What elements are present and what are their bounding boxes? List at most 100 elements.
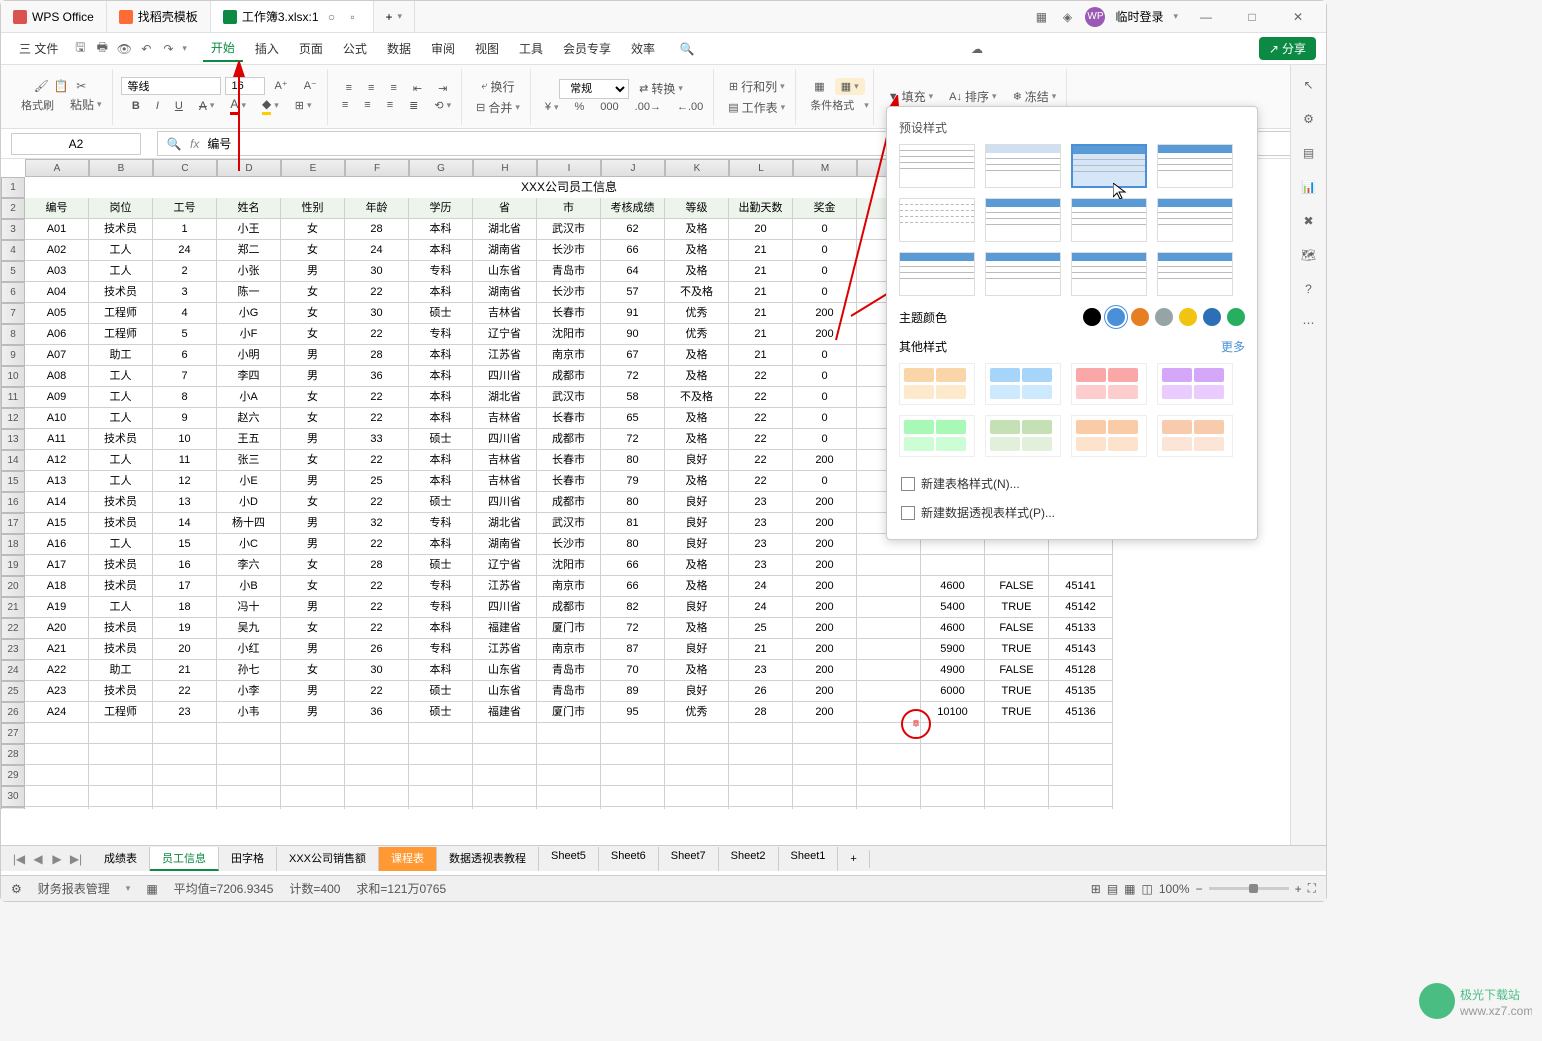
menu-insert[interactable]: 插入 <box>247 36 287 61</box>
zoom-label[interactable]: 100% <box>1159 882 1190 896</box>
cell[interactable]: 22 <box>153 681 217 702</box>
print-icon[interactable]: 🖶 <box>94 41 110 57</box>
cell[interactable]: 性别 <box>281 198 345 219</box>
cell[interactable]: 女 <box>281 324 345 345</box>
wrap-button[interactable]: ⤶ 换行 <box>475 76 520 97</box>
cell[interactable] <box>409 744 473 765</box>
cell[interactable]: A24 <box>25 702 89 723</box>
cell[interactable]: 5900 <box>921 639 985 660</box>
cell[interactable]: A11 <box>25 429 89 450</box>
bold-button[interactable]: B <box>126 98 146 114</box>
cell[interactable]: 技术员 <box>89 429 153 450</box>
cell[interactable]: 21 <box>729 240 793 261</box>
cell[interactable]: 姓名 <box>217 198 281 219</box>
cell[interactable] <box>345 744 409 765</box>
cell[interactable]: 200 <box>793 681 857 702</box>
theme-color-dot[interactable] <box>1131 308 1149 326</box>
cell[interactable] <box>281 807 345 809</box>
cell[interactable]: 优秀 <box>665 702 729 723</box>
cell[interactable]: 45128 <box>1049 660 1113 681</box>
cell[interactable]: 小红 <box>217 639 281 660</box>
cell[interactable] <box>729 765 793 786</box>
cell[interactable]: 2 <box>153 261 217 282</box>
cell[interactable]: 女 <box>281 492 345 513</box>
tools-icon[interactable]: ✖ <box>1301 213 1317 229</box>
cell[interactable]: 武汉市 <box>537 387 601 408</box>
cell[interactable] <box>1049 723 1113 744</box>
cell[interactable]: 李六 <box>217 555 281 576</box>
style-preset-9[interactable] <box>899 252 975 296</box>
cell[interactable] <box>217 723 281 744</box>
cell[interactable] <box>601 765 665 786</box>
cell[interactable]: 22 <box>345 681 409 702</box>
cell[interactable]: 23 <box>729 513 793 534</box>
row-header[interactable]: 14 <box>1 450 25 471</box>
cell[interactable] <box>601 723 665 744</box>
row-header[interactable]: 12 <box>1 408 25 429</box>
cell[interactable]: 江苏省 <box>473 576 537 597</box>
cell[interactable]: 小C <box>217 534 281 555</box>
cell[interactable]: 良好 <box>665 534 729 555</box>
font-select[interactable] <box>121 77 221 95</box>
cell[interactable] <box>857 660 921 681</box>
orient-button[interactable]: ⟲▾ <box>428 97 457 114</box>
cell[interactable] <box>281 765 345 786</box>
cell[interactable]: 男 <box>281 534 345 555</box>
col-header[interactable]: L <box>729 159 793 177</box>
cell[interactable] <box>857 744 921 765</box>
cell[interactable]: 本科 <box>409 282 473 303</box>
percent-button[interactable]: % <box>569 99 591 115</box>
cell[interactable]: TRUE <box>985 702 1049 723</box>
search-icon[interactable]: 🔍 <box>679 41 695 57</box>
cell[interactable]: 200 <box>793 576 857 597</box>
cell[interactable]: 年龄 <box>345 198 409 219</box>
cell[interactable] <box>857 618 921 639</box>
cell[interactable]: 长春市 <box>537 450 601 471</box>
theme-color-dot[interactable] <box>1155 308 1173 326</box>
cell[interactable] <box>985 723 1049 744</box>
cell[interactable]: 及格 <box>665 345 729 366</box>
cell[interactable] <box>985 807 1049 809</box>
cell[interactable]: 硕士 <box>409 429 473 450</box>
cell[interactable]: 吉林省 <box>473 471 537 492</box>
cell[interactable]: 女 <box>281 387 345 408</box>
cell[interactable]: 32 <box>345 513 409 534</box>
cell[interactable]: 45141 <box>1049 576 1113 597</box>
maximize-button[interactable]: □ <box>1234 1 1270 33</box>
cell[interactable]: 89 <box>601 681 665 702</box>
cell[interactable]: 山东省 <box>473 261 537 282</box>
view-page-icon[interactable]: ▤ <box>1107 882 1118 896</box>
cell[interactable]: TRUE <box>985 639 1049 660</box>
style-preset-12[interactable] <box>1157 252 1233 296</box>
cell[interactable]: 良好 <box>665 639 729 660</box>
cond-fmt-icon[interactable]: ▦ <box>808 78 830 95</box>
cell[interactable] <box>1049 555 1113 576</box>
cell[interactable] <box>601 744 665 765</box>
cell[interactable]: TRUE <box>985 597 1049 618</box>
cell[interactable] <box>665 744 729 765</box>
cell[interactable]: 长春市 <box>537 303 601 324</box>
cell[interactable]: 22 <box>345 324 409 345</box>
cell[interactable]: 技术员 <box>89 639 153 660</box>
cell[interactable] <box>153 807 217 809</box>
cell[interactable]: 及格 <box>665 660 729 681</box>
sheet-tab[interactable]: XXX公司销售额 <box>277 847 379 871</box>
cell[interactable]: 男 <box>281 345 345 366</box>
cell[interactable]: 小E <box>217 471 281 492</box>
cell[interactable] <box>537 807 601 809</box>
cell[interactable]: 19 <box>153 618 217 639</box>
save-icon[interactable]: 🖫 <box>72 41 88 57</box>
more-icon[interactable]: ⋯ <box>1301 315 1317 331</box>
cell[interactable]: 3 <box>153 282 217 303</box>
cell[interactable]: 硕士 <box>409 555 473 576</box>
cell[interactable]: 工程师 <box>89 702 153 723</box>
cell[interactable]: A15 <box>25 513 89 534</box>
cell[interactable]: 工人 <box>89 366 153 387</box>
cell[interactable]: 14 <box>153 513 217 534</box>
theme-color-dot[interactable] <box>1203 308 1221 326</box>
cell[interactable]: 女 <box>281 303 345 324</box>
zoom-out-button[interactable]: − <box>1196 882 1203 896</box>
style-preset-10[interactable] <box>985 252 1061 296</box>
cell[interactable]: 山东省 <box>473 681 537 702</box>
row-header[interactable]: 19 <box>1 555 25 576</box>
